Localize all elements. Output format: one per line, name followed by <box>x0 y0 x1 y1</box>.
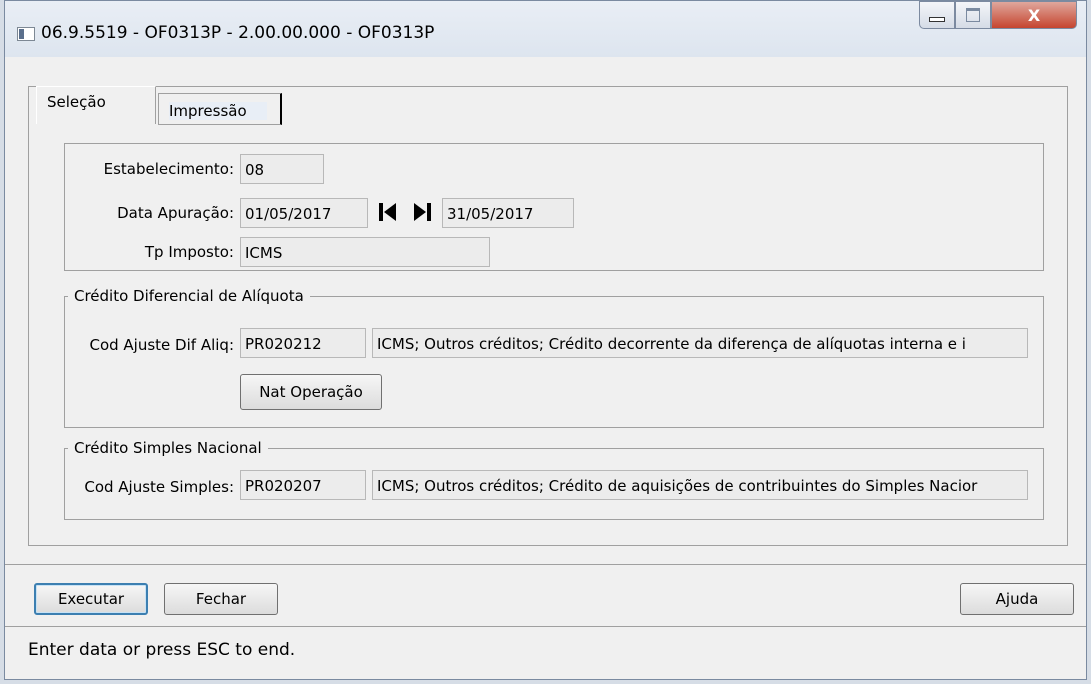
tp-imposto-label: Tp Imposto: <box>144 243 234 261</box>
cod-ajuste-simples-description: ICMS; Outros créditos; Crédito de aquisi… <box>372 470 1028 500</box>
executar-label: Executar <box>57 590 125 608</box>
app-icon <box>17 27 35 41</box>
estabelecimento-field[interactable]: 08 <box>240 154 324 184</box>
next-period-icon[interactable] <box>408 198 436 226</box>
maximize-button[interactable] <box>955 1 991 29</box>
cod-ajuste-dif-label: Cod Ajuste Dif Aliq: <box>89 336 234 354</box>
executar-button[interactable]: Executar <box>34 583 148 615</box>
window-title: 06.9.5519 - OF0313P - 2.00.00.000 - OF03… <box>41 23 435 43</box>
data-apuracao-label: Data Apuração: <box>117 204 234 222</box>
close-button[interactable]: X <box>991 1 1077 29</box>
button-bar-separator <box>5 564 1086 565</box>
minimize-icon <box>929 16 945 22</box>
previous-period-icon[interactable] <box>374 198 402 226</box>
dif-aliquota-title: Crédito Diferencial de Alíquota <box>68 287 310 305</box>
tab-label: Seleção <box>47 93 106 111</box>
cod-ajuste-simples-field[interactable]: PR020207 <box>240 470 366 500</box>
minimize-button[interactable] <box>919 1 955 29</box>
title-bar[interactable]: 06.9.5519 - OF0313P - 2.00.00.000 - OF03… <box>5 1 1086 57</box>
cod-ajuste-simples-label: Cod Ajuste Simples: <box>84 478 234 496</box>
data-fim-field[interactable]: 31/05/2017 <box>442 198 574 228</box>
tab-label: Impressão <box>169 102 267 120</box>
fechar-button[interactable]: Fechar <box>164 583 278 615</box>
estabelecimento-label: Estabelecimento: <box>103 160 234 178</box>
maximize-icon <box>966 8 980 22</box>
dif-aliquota-frame <box>64 296 1044 428</box>
nat-operacao-label: Nat Operação <box>259 383 363 401</box>
fechar-label: Fechar <box>195 590 247 608</box>
cod-ajuste-dif-description: ICMS; Outros créditos; Crédito decorrent… <box>372 328 1028 358</box>
ajuda-button[interactable]: Ajuda <box>960 583 1074 615</box>
tp-imposto-field[interactable]: ICMS <box>240 237 490 267</box>
status-text: Enter data or press ESC to end. <box>28 640 296 660</box>
cod-ajuste-dif-field[interactable]: PR020212 <box>240 328 366 358</box>
status-bar-separator <box>5 626 1086 627</box>
tab-selecao[interactable]: Seleção <box>36 86 156 124</box>
tab-impressao[interactable]: Impressão <box>158 93 282 125</box>
simples-title: Crédito Simples Nacional <box>68 439 268 457</box>
nat-operacao-button[interactable]: Nat Operação <box>240 374 382 410</box>
close-icon: X <box>1027 5 1041 25</box>
data-inicio-field[interactable]: 01/05/2017 <box>240 198 368 228</box>
ajuda-label: Ajuda <box>995 590 1039 608</box>
